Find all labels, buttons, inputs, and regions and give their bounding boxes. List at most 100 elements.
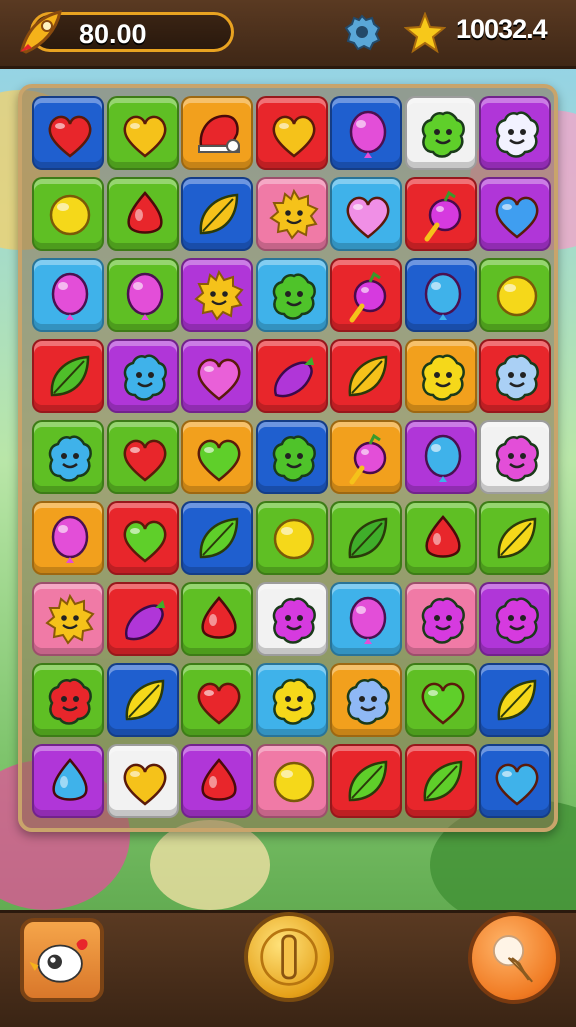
game-tile[interactable] [404,501,477,575]
eggplant-icon [273,357,314,398]
eggplant-icon [124,600,165,641]
game-tile[interactable] [106,420,179,494]
game-tile[interactable] [255,420,328,494]
game-tile[interactable] [255,582,328,656]
game-tile[interactable] [479,177,551,251]
game-tile[interactable] [255,177,328,251]
game-tile[interactable] [181,420,253,494]
face-blob-icon [346,678,390,725]
gear-icon[interactable] [342,12,382,52]
game-tile[interactable] [330,96,402,170]
game-tile[interactable] [479,663,551,737]
coin-value: 80.00 [79,19,147,49]
game-tile[interactable] [330,339,402,413]
drop-icon [52,758,88,801]
game-tile[interactable] [106,663,179,737]
game-tile[interactable] [330,420,402,494]
game-tile[interactable] [255,663,328,737]
face-blob-icon [421,354,465,401]
drop-icon [424,515,461,558]
game-tile[interactable] [330,582,402,656]
game-tile[interactable] [479,258,551,332]
face-blob-icon [495,111,539,158]
game-tile[interactable] [181,339,253,413]
game-tile[interactable] [32,744,104,818]
game-tile[interactable] [404,663,477,737]
face-blob-icon [495,435,539,482]
face-blob-icon [272,678,316,725]
game-tile[interactable] [32,258,104,332]
game-tile[interactable] [181,501,253,575]
game-tile[interactable] [479,501,551,575]
face-blob-icon [495,354,539,401]
heart-icon [197,358,241,401]
game-tile[interactable] [404,177,477,251]
game-tile[interactable] [106,177,179,251]
cap-icon [198,114,240,153]
sun-face-icon [194,269,244,321]
game-tile[interactable] [32,501,104,575]
game-tile[interactable] [479,96,551,170]
game-tile[interactable] [32,339,104,413]
game-tile[interactable] [330,663,402,737]
heart-icon [197,682,241,725]
game-tile[interactable] [106,501,179,575]
game-tile[interactable] [330,744,402,818]
leaf-icon [125,679,164,721]
game-tile[interactable] [181,744,253,818]
game-tile[interactable] [404,420,477,494]
game-tile[interactable] [479,582,551,656]
game-tile[interactable] [404,96,477,170]
balloon-icon [349,110,387,158]
ice-cream-booster-button[interactable] [468,912,560,1004]
game-tile[interactable] [181,663,253,737]
game-tile[interactable] [404,582,477,656]
leaf-icon [199,517,239,559]
balloon-icon [424,272,461,320]
game-tile[interactable] [330,177,402,251]
game-tile[interactable] [106,96,179,170]
game-tile[interactable] [255,339,328,413]
face-blob-icon [495,597,539,644]
game-tile[interactable] [330,258,402,332]
game-tile[interactable] [404,339,477,413]
game-tile[interactable] [106,339,179,413]
leaf-icon [348,517,388,559]
face-blob-icon [272,597,316,644]
leaf-icon [348,760,388,802]
game-tile[interactable] [106,744,179,818]
tile-grid [32,96,552,826]
game-tile[interactable] [106,582,179,656]
game-tile[interactable] [479,339,551,413]
bird-booster-button[interactable] [20,918,104,1002]
game-tile[interactable] [404,744,477,818]
ball-icon [273,761,314,803]
heart-icon [346,196,390,239]
balloon-icon [349,596,387,644]
game-tile[interactable] [255,258,328,332]
game-tile[interactable] [255,96,328,170]
game-tile[interactable] [330,501,402,575]
game-tile[interactable] [479,420,551,494]
drop-icon [126,191,163,234]
game-tile[interactable] [32,177,104,251]
game-tile[interactable] [32,96,104,170]
berry-icon [424,190,461,242]
face-blob-icon [421,597,465,644]
game-tile[interactable] [106,258,179,332]
game-tile[interactable] [32,582,104,656]
game-tile[interactable] [181,582,253,656]
game-tile[interactable] [32,663,104,737]
game-tile[interactable] [404,258,477,332]
game-tile[interactable] [255,744,328,818]
heart-icon [48,115,92,158]
ball-icon [273,518,314,560]
game-tile[interactable] [255,501,328,575]
pause-button[interactable] [244,912,334,1002]
game-tile[interactable] [181,258,253,332]
game-tile[interactable] [181,96,253,170]
game-tile[interactable] [479,744,551,818]
balloon-icon [51,515,89,563]
game-tile[interactable] [32,420,104,494]
game-tile[interactable] [181,177,253,251]
